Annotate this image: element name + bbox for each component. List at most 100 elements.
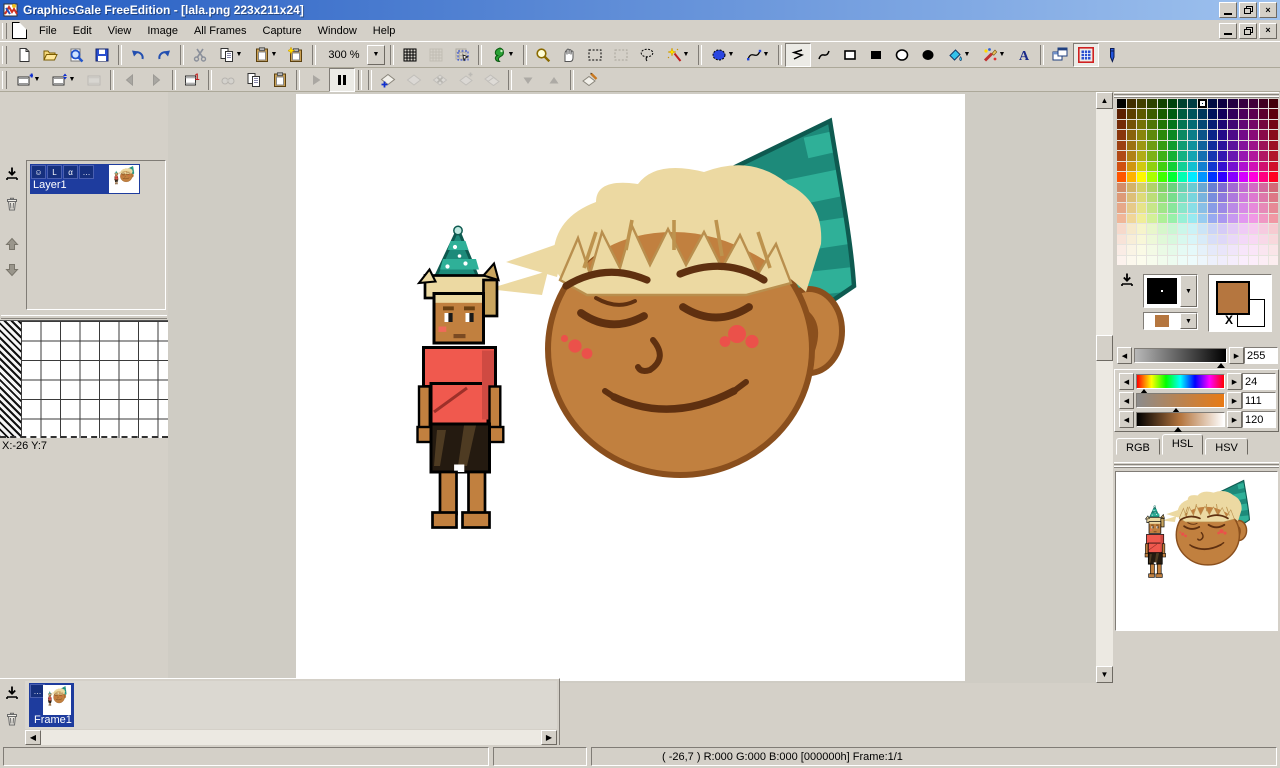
palette-swatch[interactable] [1137, 162, 1146, 171]
menubar-grip[interactable] [2, 23, 7, 39]
lasso-button[interactable] [634, 43, 660, 67]
palette-swatch[interactable] [1127, 203, 1136, 212]
palette-swatch[interactable] [1147, 99, 1156, 108]
palette-swatch[interactable] [1158, 245, 1167, 254]
palette-swatch[interactable] [1188, 162, 1197, 171]
palette-swatch[interactable] [1147, 172, 1156, 181]
trash-button[interactable] [4, 196, 20, 212]
palette-swatch[interactable] [1208, 162, 1217, 171]
palette-swatch[interactable] [1239, 235, 1248, 244]
palette-swatch[interactable] [1218, 235, 1227, 244]
palette-swatch[interactable] [1228, 141, 1237, 150]
polyline-button[interactable] [785, 43, 811, 67]
dropdown-arrow-icon[interactable]: ▼ [999, 51, 1006, 58]
palette-swatch[interactable] [1127, 99, 1136, 108]
palette-swatch[interactable] [1117, 109, 1126, 118]
zoom-level-dropdown-arrow[interactable]: ▼ [367, 45, 385, 65]
palette-swatch[interactable] [1168, 256, 1177, 265]
palette-swatch[interactable] [1188, 235, 1197, 244]
palette-swatch[interactable] [1239, 183, 1248, 192]
palette-swatch[interactable] [1198, 245, 1207, 254]
up-big-button[interactable] [4, 236, 20, 252]
palette-swatch[interactable] [1188, 214, 1197, 223]
retouch-button[interactable]: ▼ [976, 43, 1011, 67]
palette-swatch[interactable] [1158, 130, 1167, 139]
palette-swatch[interactable] [1127, 130, 1136, 139]
palette-swatch[interactable] [1188, 224, 1197, 233]
palette-swatch[interactable] [1208, 120, 1217, 129]
palette-swatch[interactable] [1208, 245, 1217, 254]
palette-swatch[interactable] [1188, 151, 1197, 160]
browse-button[interactable] [63, 43, 89, 67]
palette-swatch[interactable] [1158, 120, 1167, 129]
foreground-dropdown-arrow[interactable]: ▼ [1180, 313, 1197, 329]
palette-swatch[interactable] [1239, 193, 1248, 202]
palette-swatch[interactable] [1117, 141, 1126, 150]
palette-swatch[interactable] [1127, 109, 1136, 118]
frame-hscrollbar[interactable]: ◀ ▶ [25, 730, 557, 745]
palette-swatch[interactable] [1117, 224, 1126, 233]
palette-swatch[interactable] [1127, 183, 1136, 192]
palette-swatch[interactable] [1168, 235, 1177, 244]
palette-swatch[interactable] [1239, 256, 1248, 265]
select-alt-button[interactable] [608, 43, 634, 67]
ellipse-outline-button[interactable] [889, 43, 915, 67]
hue-value[interactable]: 24 [1242, 373, 1276, 390]
palette-swatch[interactable] [1239, 109, 1248, 118]
palette-swatch[interactable] [1259, 256, 1268, 265]
palette-swatch[interactable] [1158, 162, 1167, 171]
palette-swatch[interactable] [1218, 203, 1227, 212]
palette-swatch[interactable] [1127, 141, 1136, 150]
palette-swatch[interactable] [1147, 130, 1156, 139]
palette-swatch[interactable] [1249, 193, 1258, 202]
palette-swatch[interactable] [1249, 235, 1258, 244]
menu-view[interactable]: View [100, 22, 140, 40]
palette-swatch[interactable] [1269, 214, 1278, 223]
palette-swatch[interactable] [1208, 151, 1217, 160]
palette-swatch[interactable] [1168, 193, 1177, 202]
alpha-slider-track[interactable] [1134, 348, 1227, 363]
palette-swatch[interactable] [1198, 203, 1207, 212]
palette-swatch[interactable] [1178, 214, 1187, 223]
palette-swatch[interactable] [1158, 141, 1167, 150]
palette-swatch[interactable] [1249, 172, 1258, 181]
lightness-increment-button[interactable]: ▶ [1227, 411, 1242, 428]
palette-swatch[interactable] [1249, 203, 1258, 212]
palette-swatch[interactable] [1259, 235, 1268, 244]
palette-swatch[interactable] [1178, 256, 1187, 265]
palette-swatch[interactable] [1228, 245, 1237, 254]
palette-swatch[interactable] [1259, 203, 1268, 212]
palette-swatch[interactable] [1269, 193, 1278, 202]
frame-scroll-left-button[interactable]: ◀ [25, 730, 41, 745]
alpha-increment-button[interactable]: ▶ [1229, 347, 1244, 364]
palette-swatch[interactable] [1249, 245, 1258, 254]
palette-swatch[interactable] [1188, 256, 1197, 265]
palette-swatch[interactable] [1168, 245, 1177, 254]
zoom-tool-button[interactable] [530, 43, 556, 67]
palette-swatch[interactable] [1158, 99, 1167, 108]
palette-swatch[interactable] [1208, 109, 1217, 118]
palette-swatch[interactable] [1239, 172, 1248, 181]
palette-swatch[interactable] [1249, 162, 1258, 171]
palette-swatch[interactable] [1239, 224, 1248, 233]
palette-swatch[interactable] [1259, 162, 1268, 171]
vscroll-thumb[interactable] [1096, 335, 1113, 361]
palette-swatch[interactable] [1168, 183, 1177, 192]
palette-swatch[interactable] [1178, 203, 1187, 212]
palette-swatch[interactable] [1198, 151, 1207, 160]
palette-swatch[interactable] [1137, 130, 1146, 139]
menu-help[interactable]: Help [365, 22, 404, 40]
palette-swatch[interactable] [1117, 99, 1126, 108]
palette-swatch[interactable] [1147, 256, 1156, 265]
palette-splitter[interactable] [1114, 92, 1279, 98]
palette-swatch[interactable] [1249, 183, 1258, 192]
palette-swatch[interactable] [1228, 162, 1237, 171]
down-big-button[interactable] [4, 262, 20, 278]
add-frame-button[interactable]: ▼ [11, 68, 46, 92]
grid-button[interactable] [397, 43, 423, 67]
palette-swatch[interactable] [1249, 151, 1258, 160]
palette-swatch[interactable] [1188, 203, 1197, 212]
alpha-decrement-button[interactable]: ◀ [1117, 347, 1132, 364]
copy-frame-button[interactable] [241, 68, 267, 92]
palette-swatch[interactable] [1137, 203, 1146, 212]
